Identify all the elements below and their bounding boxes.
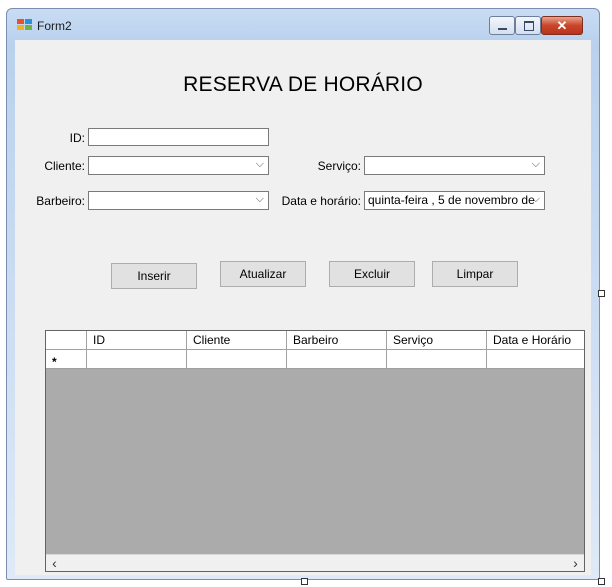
grid-header-row: ID Cliente Barbeiro Serviço Data e Horár… — [46, 331, 584, 350]
reservas-grid[interactable]: ID Cliente Barbeiro Serviço Data e Horár… — [45, 330, 585, 572]
maximize-icon[interactable] — [515, 16, 541, 35]
data-horario-picker[interactable]: quinta-feira , 5 de novembro de ⌵ — [364, 191, 545, 210]
column-header-data-horario[interactable]: Data e Horário — [487, 331, 584, 350]
data-horario-label: Data e horário: — [281, 194, 361, 208]
designer-surface: Form2 RESERVA DE HORÁRIO ID: Cliente: ⌵ … — [0, 0, 612, 587]
id-field[interactable] — [88, 128, 269, 146]
limpar-button[interactable]: Limpar — [432, 261, 518, 287]
new-row-marker: * — [52, 355, 57, 369]
resize-handle-right[interactable] — [598, 290, 605, 297]
chevron-down-icon: ⌵ — [255, 193, 264, 205]
minimize-icon[interactable] — [489, 16, 515, 35]
cliente-label: Cliente: — [44, 159, 85, 173]
table-cell[interactable] — [287, 350, 387, 369]
id-label: ID: — [69, 131, 85, 145]
form-window: Form2 RESERVA DE HORÁRIO ID: Cliente: ⌵ … — [6, 8, 600, 580]
barbeiro-combo[interactable]: ⌵ — [88, 191, 269, 210]
close-icon[interactable] — [541, 16, 583, 35]
row-header-corner — [46, 331, 87, 350]
chevron-down-icon: ⌵ — [531, 158, 540, 170]
table-cell[interactable] — [487, 350, 584, 369]
column-header-cliente[interactable]: Cliente — [187, 331, 287, 350]
excluir-button[interactable]: Excluir — [329, 261, 415, 287]
column-header-barbeiro[interactable]: Barbeiro — [287, 331, 387, 350]
chevron-left-icon[interactable]: ‹ — [46, 555, 63, 571]
column-header-servico[interactable]: Serviço — [387, 331, 487, 350]
row-header-cell[interactable]: * — [46, 350, 87, 369]
chevron-down-icon: ⌵ — [255, 158, 264, 170]
atualizar-button[interactable]: Atualizar — [220, 261, 306, 287]
cliente-combo[interactable]: ⌵ — [88, 156, 269, 175]
page-title: RESERVA DE HORÁRIO — [183, 73, 423, 96]
servico-label: Serviço: — [317, 159, 361, 173]
app-icon — [17, 19, 33, 31]
window-title: Form2 — [37, 19, 72, 33]
table-cell[interactable] — [87, 350, 187, 369]
column-header-id[interactable]: ID — [87, 331, 187, 350]
title-bar[interactable]: Form2 — [7, 9, 599, 39]
chevron-right-icon[interactable]: › — [567, 555, 584, 571]
inserir-button[interactable]: Inserir — [111, 263, 197, 289]
barbeiro-label: Barbeiro: — [36, 194, 85, 208]
table-cell[interactable] — [387, 350, 487, 369]
resize-handle-bottom[interactable] — [301, 578, 308, 585]
table-row-new[interactable]: * — [46, 350, 584, 369]
form-client-area: RESERVA DE HORÁRIO ID: Cliente: ⌵ Serviç… — [15, 40, 591, 575]
servico-combo[interactable]: ⌵ — [364, 156, 545, 175]
chevron-down-icon: ⌵ — [531, 193, 540, 205]
resize-handle-corner[interactable] — [598, 578, 605, 585]
data-horario-value: quinta-feira , 5 de novembro de — [368, 193, 535, 207]
horizontal-scrollbar[interactable]: ‹ › — [46, 554, 584, 571]
table-cell[interactable] — [187, 350, 287, 369]
